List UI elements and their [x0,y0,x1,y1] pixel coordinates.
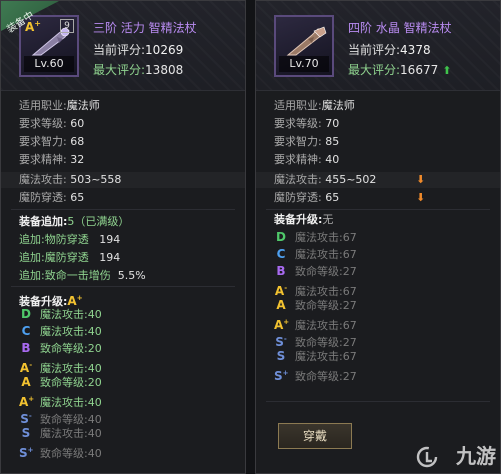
divider [11,209,235,210]
upgrade-header: 装备升级:无 [274,213,334,226]
item-name: 四阶 水晶 智精法杖 [348,21,452,35]
upgrade-row: S- 致命等级:40 [20,412,102,426]
stat-row: 要求精神: 32 [19,153,85,166]
upgrade-row: S+ 致命等级:40 [19,446,102,460]
stat-row: 要求智力: 85 [274,135,340,148]
current-score: 当前评分:4378 [348,43,431,57]
upgrade-row: C 魔法攻击:67 [276,247,357,261]
stat-row: 适用职业:魔法师 [19,99,100,112]
divider [266,209,490,210]
upgrade-row: A+ 魔法攻击:40 [19,395,102,409]
upgrade-row: A- 魔法攻击:67 [274,284,357,298]
stat-row: 要求等级: 60 [19,117,85,130]
stat-row: 魔法攻击: 455~502 [274,173,377,186]
arrow-down-icon: ⬇ [416,191,426,204]
upgrade-row: S+ 致命等级:27 [274,369,357,383]
max-score: 最大评分:16677 ⬆ [348,63,452,77]
append-header: 装备追加:5（已满级） [19,215,130,228]
staff-icon [286,26,327,56]
item-header: Lv.70 四阶 水晶 智精法杖 当前评分:4378 最大评分:16677 ⬆ [256,1,500,91]
watermark-logo-icon [416,446,438,468]
equipped-item-tooltip: 装备中 A+ 9 Lv.60 三阶 活力 智精法杖 当前评分:10269 最大评… [0,0,246,474]
stat-row: 要求等级: 70 [274,117,340,130]
divider [266,401,490,402]
stat-row: 魔防穿透: 65 [19,191,85,204]
max-score: 最大评分:13808 [93,63,184,77]
append-row: 追加:致命一击增伤 5.5% [19,269,146,282]
item-level: Lv.70 [279,56,329,72]
upgrade-row: B 致命等级:20 [21,341,102,355]
upgrade-row: D 魔法攻击:40 [21,307,102,321]
upgrade-row: A- 魔法攻击:40 [19,361,102,375]
append-row: 追加:物防穿透 194 [19,233,121,246]
append-row: 追加:魔防穿透 194 [19,251,121,264]
upgrade-row: S 魔法攻击:40 [21,426,102,440]
upgrade-row: B 致命等级:27 [276,264,357,278]
upgrade-row: S- 致命等级:27 [275,335,357,349]
stat-row: 魔法攻击: 503~558 [19,173,122,186]
stat-row: 适用职业:魔法师 [274,99,355,112]
arrow-up-icon: ⬆ [442,64,452,77]
stat-row: 要求精神: 40 [274,153,340,166]
divider [11,286,235,287]
upgrade-row: A 致命等级:20 [21,375,102,389]
stat-row: 要求智力: 68 [19,135,85,148]
item-header: 装备中 A+ 9 Lv.60 三阶 活力 智精法杖 当前评分:10269 最大评… [1,1,245,91]
upgrade-row: D 魔法攻击:67 [276,230,357,244]
item-icon[interactable]: Lv.70 [274,15,334,77]
upgrade-row: A 致命等级:27 [276,298,357,312]
compare-item-tooltip: Lv.70 四阶 水晶 智精法杖 当前评分:4378 最大评分:16677 ⬆ 适… [255,0,501,474]
stat-row: 魔防穿透: 65 [274,191,340,204]
arrow-down-icon: ⬇ [416,173,426,186]
item-level: Lv.60 [24,56,74,72]
stack-count: 9 [60,19,74,33]
wear-button[interactable]: 穿戴 [278,423,352,449]
upgrade-row: C 魔法攻击:40 [21,324,102,338]
item-name: 三阶 活力 智精法杖 [93,21,197,35]
watermark-text: 九游 [456,444,496,468]
upgrade-row: A+ 魔法攻击:67 [274,318,357,332]
current-score: 当前评分:10269 [93,43,184,57]
upgrade-row: S 魔法攻击:67 [276,349,357,363]
